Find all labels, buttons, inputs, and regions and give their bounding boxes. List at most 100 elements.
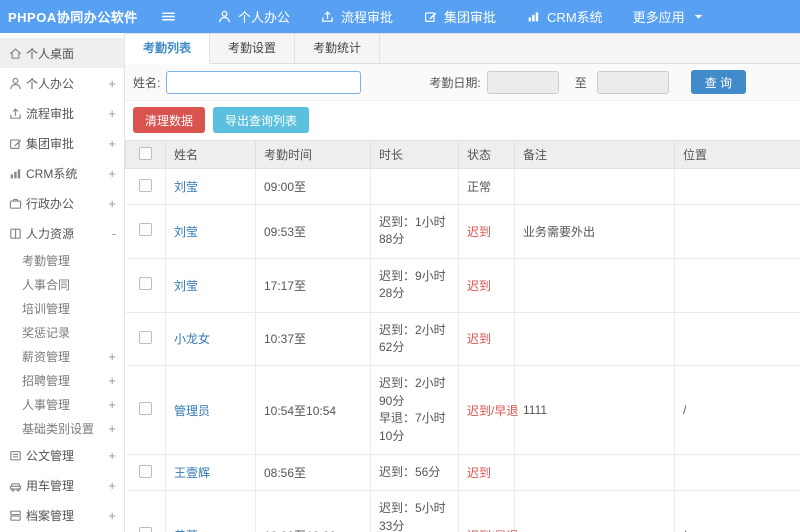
name-filter-label: 姓名: xyxy=(133,75,161,90)
sidebar-item[interactable]: 个人桌面 xyxy=(0,38,124,68)
archive-icon xyxy=(8,508,26,523)
expand-icon[interactable]: - xyxy=(104,226,116,241)
expand-icon[interactable]: + xyxy=(104,106,116,121)
row-checkbox[interactable] xyxy=(138,402,152,416)
expand-icon[interactable]: + xyxy=(104,421,116,436)
date-to-input[interactable] xyxy=(596,70,669,94)
date-from-input[interactable] xyxy=(486,70,559,94)
sidebar-subitem[interactable]: 基础类别设置 + xyxy=(0,416,124,440)
expand-icon[interactable]: + xyxy=(104,397,116,412)
top-nav-item[interactable]: CRM系统 xyxy=(511,0,618,33)
sidebar-subitem[interactable]: 人事合同 xyxy=(0,272,124,296)
col-header-duration: 时长 xyxy=(370,140,459,169)
tab[interactable]: 考勤设置 xyxy=(210,34,296,63)
row-checkbox[interactable] xyxy=(138,330,152,344)
table-row: 小龙女 10:37至 迟到：2小时62分 迟到 xyxy=(125,311,800,367)
top-nav-label: CRM系统 xyxy=(547,10,603,25)
sidebar-item[interactable]: 公文管理 + xyxy=(0,440,124,470)
export-list-button[interactable]: 导出查询列表 xyxy=(213,107,310,133)
document-icon xyxy=(8,448,26,463)
top-nav-label: 集团审批 xyxy=(444,10,497,25)
search-button[interactable]: 查 询 xyxy=(690,70,747,94)
sidebar-item-label: CRM系统 xyxy=(26,166,78,181)
employee-name-link[interactable]: 黄蓉 xyxy=(174,529,198,532)
sidebar-item[interactable]: 集团审批 + xyxy=(0,128,124,158)
sidebar-item[interactable]: 流程审批 + xyxy=(0,98,124,128)
employee-name-link[interactable]: 管理员 xyxy=(174,404,210,418)
expand-icon[interactable]: + xyxy=(104,349,116,364)
share-icon xyxy=(8,106,26,121)
duration-cell: 迟到：1小时88分 xyxy=(370,204,459,259)
chart-icon xyxy=(8,166,26,181)
expand-icon[interactable]: + xyxy=(104,373,116,388)
caret-down-icon xyxy=(691,9,706,24)
duration-cell: 迟到：5小时33分 早退：4小时67分 xyxy=(370,490,459,532)
expand-icon[interactable]: + xyxy=(104,448,116,463)
tab[interactable]: 考勤列表 xyxy=(125,34,211,64)
location-cell xyxy=(674,453,800,492)
top-nav-item[interactable]: 集团审批 xyxy=(408,0,511,33)
edit-icon xyxy=(8,136,26,151)
status-cell: 迟到 xyxy=(458,257,515,313)
top-nav-label: 个人办公 xyxy=(238,10,291,25)
menu-icon[interactable] xyxy=(148,9,188,24)
expand-icon[interactable]: + xyxy=(104,166,116,181)
row-checkbox[interactable] xyxy=(138,527,152,532)
row-checkbox[interactable] xyxy=(138,223,152,237)
location-cell xyxy=(674,311,800,367)
sidebar-subitem[interactable]: 奖惩记录 xyxy=(0,320,124,344)
duration-cell: 迟到：9小时28分 xyxy=(370,257,459,313)
sidebar-subitem[interactable]: 培训管理 xyxy=(0,296,124,320)
sidebar-item-label: 公文管理 xyxy=(26,448,75,463)
sidebar-item[interactable]: 行政办公 + xyxy=(0,188,124,218)
chart-icon xyxy=(526,9,541,24)
employee-name-link[interactable]: 王壹辉 xyxy=(174,466,210,480)
note-cell xyxy=(514,168,675,205)
top-nav-item[interactable]: 流程审批 xyxy=(305,0,408,33)
clear-data-button[interactable]: 清理数据 xyxy=(133,107,206,133)
sidebar-item[interactable]: CRM系统 + xyxy=(0,158,124,188)
expand-icon[interactable]: + xyxy=(104,508,116,523)
top-nav-label: 流程审批 xyxy=(341,10,394,25)
sidebar-subitem-label: 奖惩记录 xyxy=(22,325,71,340)
table-row: 王壹辉 08:56至 迟到：56分 迟到 xyxy=(125,453,800,492)
sidebar-subitem[interactable]: 考勤管理 xyxy=(0,248,124,272)
expand-icon[interactable]: + xyxy=(104,478,116,493)
expand-icon[interactable]: + xyxy=(104,136,116,151)
app-header: PHPOA协同办公软件 个人办公 流程审批 集团审批 CRM系统 更多应用 xyxy=(0,0,800,33)
location-cell xyxy=(674,204,800,259)
row-checkbox[interactable] xyxy=(138,178,152,192)
sidebar-item[interactable]: 档案管理 + xyxy=(0,500,124,530)
top-nav-item[interactable]: 更多应用 xyxy=(618,0,721,33)
share-icon xyxy=(320,9,335,24)
name-filter-input[interactable] xyxy=(166,70,362,94)
sidebar-item[interactable]: 人力资源 - xyxy=(0,218,124,248)
select-all-checkbox[interactable] xyxy=(139,146,152,160)
tab-bar: 考勤列表 考勤设置 考勤统计 xyxy=(125,34,800,64)
sidebar-subitem[interactable]: 人事管理 + xyxy=(0,392,124,416)
sidebar-item[interactable]: 用车管理 + xyxy=(0,470,124,500)
top-nav-item[interactable]: 个人办公 xyxy=(202,0,305,33)
sidebar-subitem[interactable]: 薪资管理 + xyxy=(0,344,124,368)
sidebar-item[interactable]: 个人办公 + xyxy=(0,68,124,98)
location-cell: / xyxy=(674,365,800,455)
employee-name-link[interactable]: 刘莹 xyxy=(174,180,198,194)
expand-icon[interactable]: + xyxy=(104,76,116,91)
sidebar-subitem-label: 人事管理 xyxy=(22,397,71,412)
attendance-time-cell: 13:20至13:20 xyxy=(255,490,371,532)
col-header-time: 考勤时间 xyxy=(255,140,371,169)
attendance-time-cell: 10:37至 xyxy=(255,311,371,367)
note-cell xyxy=(514,453,675,492)
attendance-time-cell: 10:54至10:54 xyxy=(255,365,371,455)
employee-name-link[interactable]: 刘莹 xyxy=(174,225,198,239)
tab[interactable]: 考勤统计 xyxy=(295,34,381,63)
book-icon xyxy=(8,226,26,241)
row-checkbox[interactable] xyxy=(138,277,152,291)
attendance-time-cell: 09:00至 xyxy=(255,168,371,205)
employee-name-link[interactable]: 刘莹 xyxy=(174,279,198,293)
row-checkbox[interactable] xyxy=(138,464,152,478)
expand-icon[interactable]: + xyxy=(104,196,116,211)
employee-name-link[interactable]: 小龙女 xyxy=(174,332,210,346)
sidebar-item-label: 流程审批 xyxy=(26,106,75,121)
sidebar-subitem[interactable]: 招聘管理 + xyxy=(0,368,124,392)
